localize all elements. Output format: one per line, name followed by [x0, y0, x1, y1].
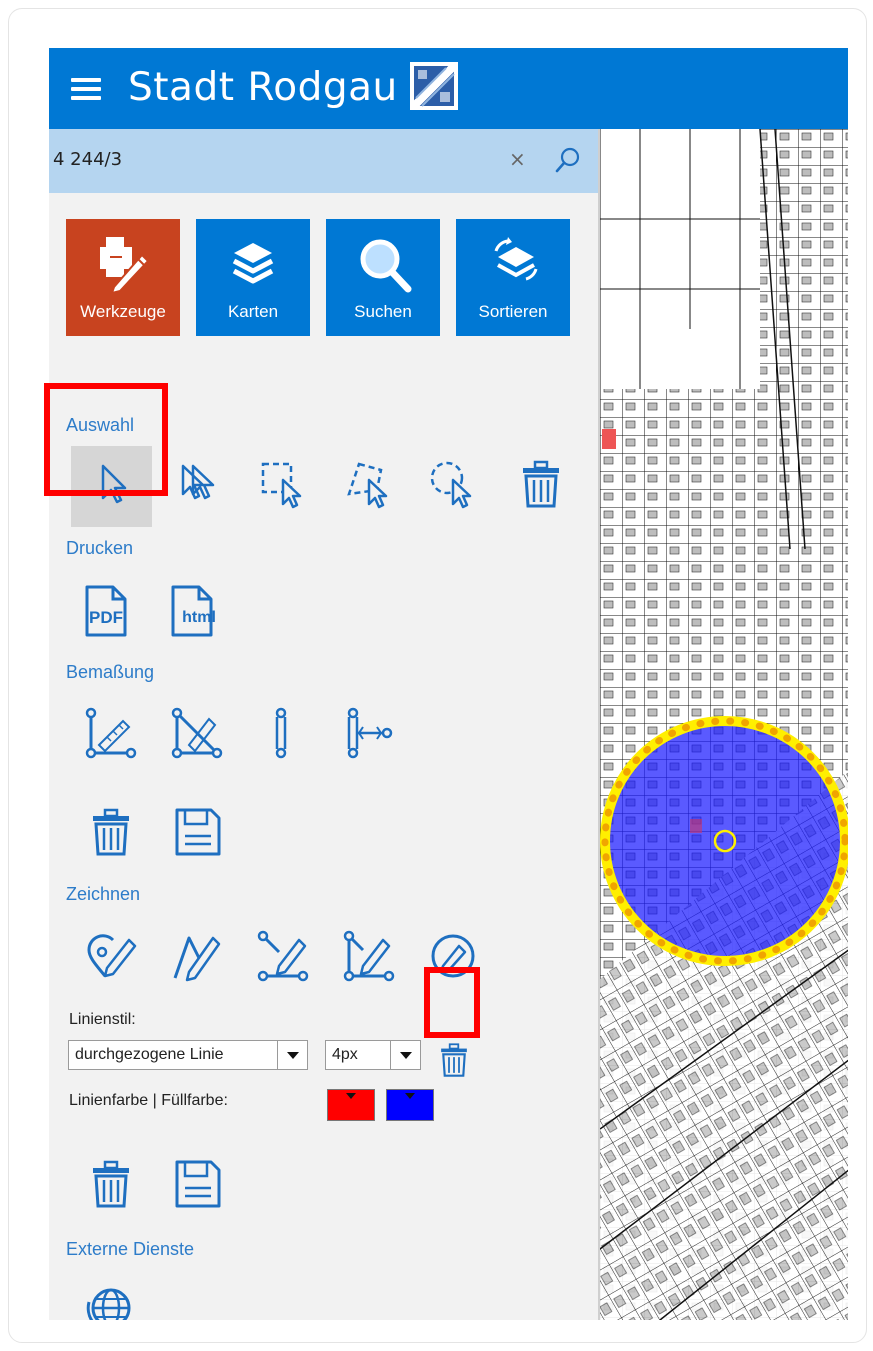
- tile-karten[interactable]: Karten: [196, 219, 310, 336]
- save-icon[interactable]: [169, 1156, 225, 1212]
- circle-select-icon[interactable]: [425, 456, 481, 512]
- pdf-label: PDF: [89, 608, 123, 627]
- highlight-box-select-tool: [44, 383, 168, 496]
- tools-panel: Werkzeuge Karten Suchen Sortieren Auswah…: [49, 193, 598, 1320]
- section-drucken: Drucken: [66, 538, 134, 558]
- tile-label: Suchen: [354, 302, 412, 321]
- map-app: Stadt Rodgau 4 244/3 × Werkzeuge Karten …: [49, 48, 848, 1320]
- magnifier-icon: [360, 239, 412, 293]
- chevron-down-icon: [277, 1041, 307, 1069]
- tile-label: Sortieren: [478, 302, 548, 321]
- fill-color-picker[interactable]: [386, 1089, 434, 1121]
- trash-icon[interactable]: [434, 1040, 474, 1080]
- multi-select-pointer-icon[interactable]: [171, 456, 227, 512]
- tile-label: Karten: [227, 302, 279, 321]
- measure-distance-icon[interactable]: [169, 705, 225, 761]
- highlight-box-style-trash: [424, 967, 480, 1038]
- colors-label: Linienfarbe | Füllfarbe:: [69, 1092, 228, 1109]
- globe-icon[interactable]: [81, 1282, 137, 1320]
- clear-search-button[interactable]: ×: [509, 147, 526, 171]
- line-style-value: durchgezogene Linie: [75, 1046, 224, 1063]
- app-title: Stadt Rodgau: [128, 65, 398, 110]
- measure-angle-icon[interactable]: [83, 705, 139, 761]
- trash-icon[interactable]: [513, 456, 569, 512]
- trash-icon[interactable]: [83, 804, 139, 860]
- search-input[interactable]: 4 244/3: [53, 149, 122, 170]
- draw-line-icon[interactable]: [169, 928, 225, 984]
- save-icon[interactable]: [169, 804, 225, 860]
- section-zeichnen: Zeichnen: [66, 884, 141, 904]
- city-logo: [410, 62, 458, 110]
- tools-icon: [100, 237, 150, 293]
- trash-icon[interactable]: [83, 1156, 139, 1212]
- line-width-value: 4px: [332, 1046, 358, 1063]
- section-bemassung: Bemaßung: [66, 662, 155, 682]
- line-style-select[interactable]: durchgezogene Linie: [68, 1040, 308, 1070]
- sort-layers-icon: [494, 237, 538, 281]
- tile-sortieren[interactable]: Sortieren: [456, 219, 570, 336]
- chevron-down-icon: [390, 1041, 420, 1069]
- cadastral-map[interactable]: [599, 128, 848, 1320]
- line-color-picker[interactable]: [327, 1089, 375, 1121]
- measure-offset-icon[interactable]: [339, 705, 395, 761]
- draw-polygon-icon[interactable]: [341, 928, 397, 984]
- section-externe-dienste: Externe Dienste: [66, 1239, 195, 1259]
- search-icon[interactable]: [554, 146, 582, 174]
- layers-icon: [232, 243, 274, 284]
- top-bar: Stadt Rodgau: [49, 48, 848, 129]
- line-width-select[interactable]: 4px: [325, 1040, 421, 1070]
- hamburger-icon[interactable]: [71, 78, 101, 100]
- map-view[interactable]: [598, 128, 848, 1320]
- draw-segment-icon[interactable]: [255, 928, 311, 984]
- tile-label: Werkzeuge: [80, 302, 166, 321]
- draw-point-icon[interactable]: [83, 928, 139, 984]
- tile-suchen[interactable]: Suchen: [326, 219, 440, 336]
- html-export-icon[interactable]: html: [165, 583, 221, 639]
- search-bar: 4 244/3 ×: [49, 129, 598, 193]
- tile-werkzeuge[interactable]: Werkzeuge: [66, 219, 180, 336]
- html-label: html: [182, 609, 216, 626]
- measure-vertical-icon[interactable]: [253, 705, 309, 761]
- pdf-export-icon[interactable]: PDF: [79, 583, 135, 639]
- rectangle-select-icon[interactable]: [255, 456, 311, 512]
- polygon-select-icon[interactable]: [341, 456, 397, 512]
- linienstil-label: Linienstil:: [69, 1011, 136, 1028]
